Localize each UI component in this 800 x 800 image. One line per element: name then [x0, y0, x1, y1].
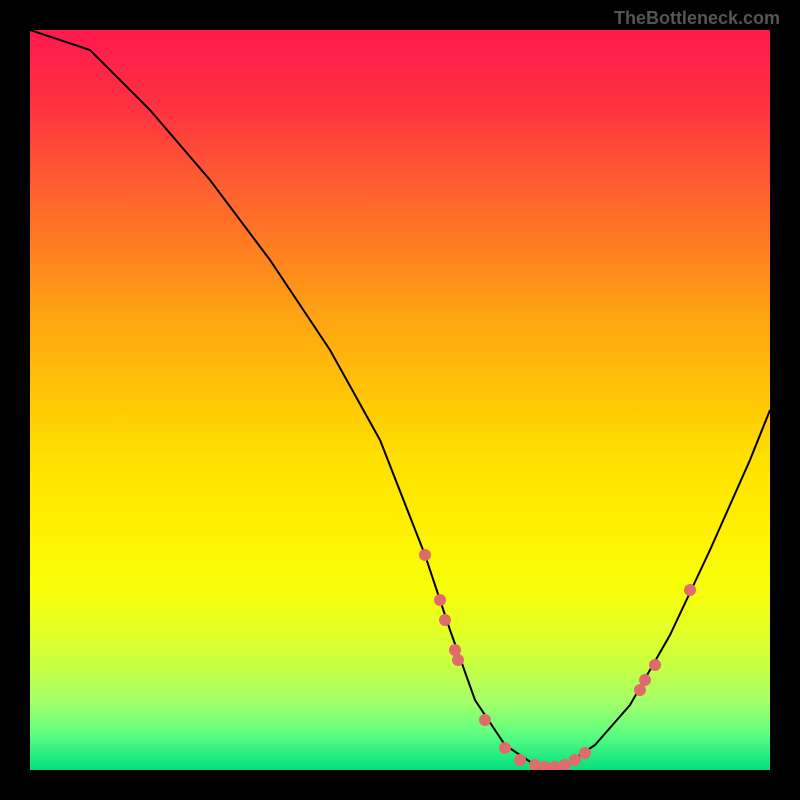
data-point — [569, 754, 581, 766]
data-point — [434, 594, 446, 606]
chart-container: TheBottleneck.com — [0, 0, 800, 800]
data-point — [439, 614, 451, 626]
data-point — [579, 747, 591, 759]
data-point — [419, 549, 431, 561]
watermark-text: TheBottleneck.com — [614, 8, 780, 29]
data-point — [452, 654, 464, 666]
plot-area — [30, 30, 770, 770]
data-point — [514, 754, 526, 766]
data-point — [639, 674, 651, 686]
curve-layer — [30, 30, 770, 770]
data-point — [499, 742, 511, 754]
data-point — [684, 584, 696, 596]
scatter-dots — [419, 549, 696, 770]
data-point — [479, 714, 491, 726]
bottleneck-curve — [30, 30, 770, 765]
data-point — [649, 659, 661, 671]
